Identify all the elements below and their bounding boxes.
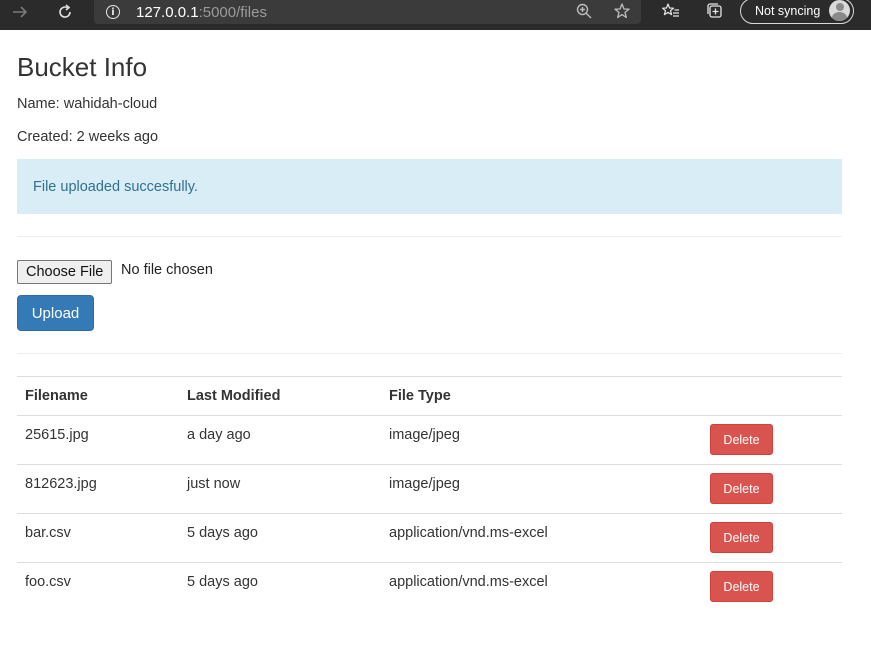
profile-sync-button[interactable]: Not syncing bbox=[740, 0, 854, 24]
zoom-icon[interactable] bbox=[576, 3, 592, 23]
divider bbox=[17, 353, 842, 354]
avatar bbox=[829, 0, 850, 21]
filename-cell: foo.csv bbox=[25, 574, 71, 590]
filename-cell: bar.csv bbox=[25, 525, 71, 541]
file-type-cell: image/jpeg bbox=[389, 427, 460, 443]
filename-cell: 812623.jpg bbox=[25, 476, 97, 492]
column-header-last-modified: Last Modified bbox=[179, 376, 381, 416]
file-type-cell: application/vnd.ms-excel bbox=[389, 525, 548, 541]
site-info-icon[interactable]: i bbox=[106, 5, 120, 19]
success-alert: File uploaded succesfully. bbox=[17, 159, 842, 214]
column-header-file-type: File Type bbox=[381, 376, 702, 416]
divider bbox=[17, 236, 842, 237]
last-modified-cell: 5 days ago bbox=[187, 525, 258, 541]
address-url[interactable]: 127.0.0.1:5000/files bbox=[136, 4, 267, 21]
delete-button[interactable]: Delete bbox=[710, 424, 773, 455]
sync-status-label: Not syncing bbox=[755, 4, 821, 18]
last-modified-cell: a day ago bbox=[187, 427, 251, 443]
file-type-cell: image/jpeg bbox=[389, 476, 460, 492]
collections-icon[interactable] bbox=[706, 2, 724, 25]
page-title: Bucket Info bbox=[17, 52, 148, 82]
address-bar[interactable]: i 127.0.0.1:5000/files bbox=[94, 0, 641, 24]
last-modified-cell: 5 days ago bbox=[187, 574, 258, 590]
column-header-actions bbox=[702, 376, 842, 416]
choose-file-button[interactable]: Choose File bbox=[17, 260, 113, 284]
browser-toolbar: i 127.0.0.1:5000/files Not syncing bbox=[0, 0, 871, 30]
forward-icon[interactable] bbox=[6, 0, 34, 24]
table-row: 812623.jpg just now image/jpeg Delete bbox=[17, 464, 842, 514]
delete-button[interactable]: Delete bbox=[710, 522, 773, 553]
table-row: 25615.jpg a day ago image/jpeg Delete bbox=[17, 415, 842, 465]
alert-message: File uploaded succesfully. bbox=[33, 178, 198, 195]
url-path: :5000/files bbox=[198, 3, 267, 21]
upload-button[interactable]: Upload bbox=[17, 295, 94, 331]
column-header-filename: Filename bbox=[17, 376, 179, 416]
refresh-icon[interactable] bbox=[51, 0, 79, 24]
table-row: bar.csv 5 days ago application/vnd.ms-ex… bbox=[17, 513, 842, 563]
bucket-name: Name: wahidah-cloud bbox=[17, 96, 158, 112]
table-row: foo.csv 5 days ago application/vnd.ms-ex… bbox=[17, 562, 842, 611]
delete-button[interactable]: Delete bbox=[710, 473, 773, 504]
file-type-cell: application/vnd.ms-excel bbox=[389, 574, 548, 590]
delete-button[interactable]: Delete bbox=[710, 571, 773, 602]
last-modified-cell: just now bbox=[187, 476, 241, 492]
files-table: Filename Last Modified File Type 25615.j… bbox=[17, 376, 842, 611]
favorites-icon[interactable] bbox=[661, 2, 680, 25]
favorite-star-icon[interactable] bbox=[614, 3, 630, 23]
table-header-row: Filename Last Modified File Type bbox=[17, 376, 842, 416]
file-status-text: No file chosen bbox=[121, 262, 213, 278]
bucket-created: Created: 2 weeks ago bbox=[17, 129, 159, 145]
filename-cell: 25615.jpg bbox=[25, 427, 89, 443]
url-host: 127.0.0.1 bbox=[136, 3, 199, 21]
